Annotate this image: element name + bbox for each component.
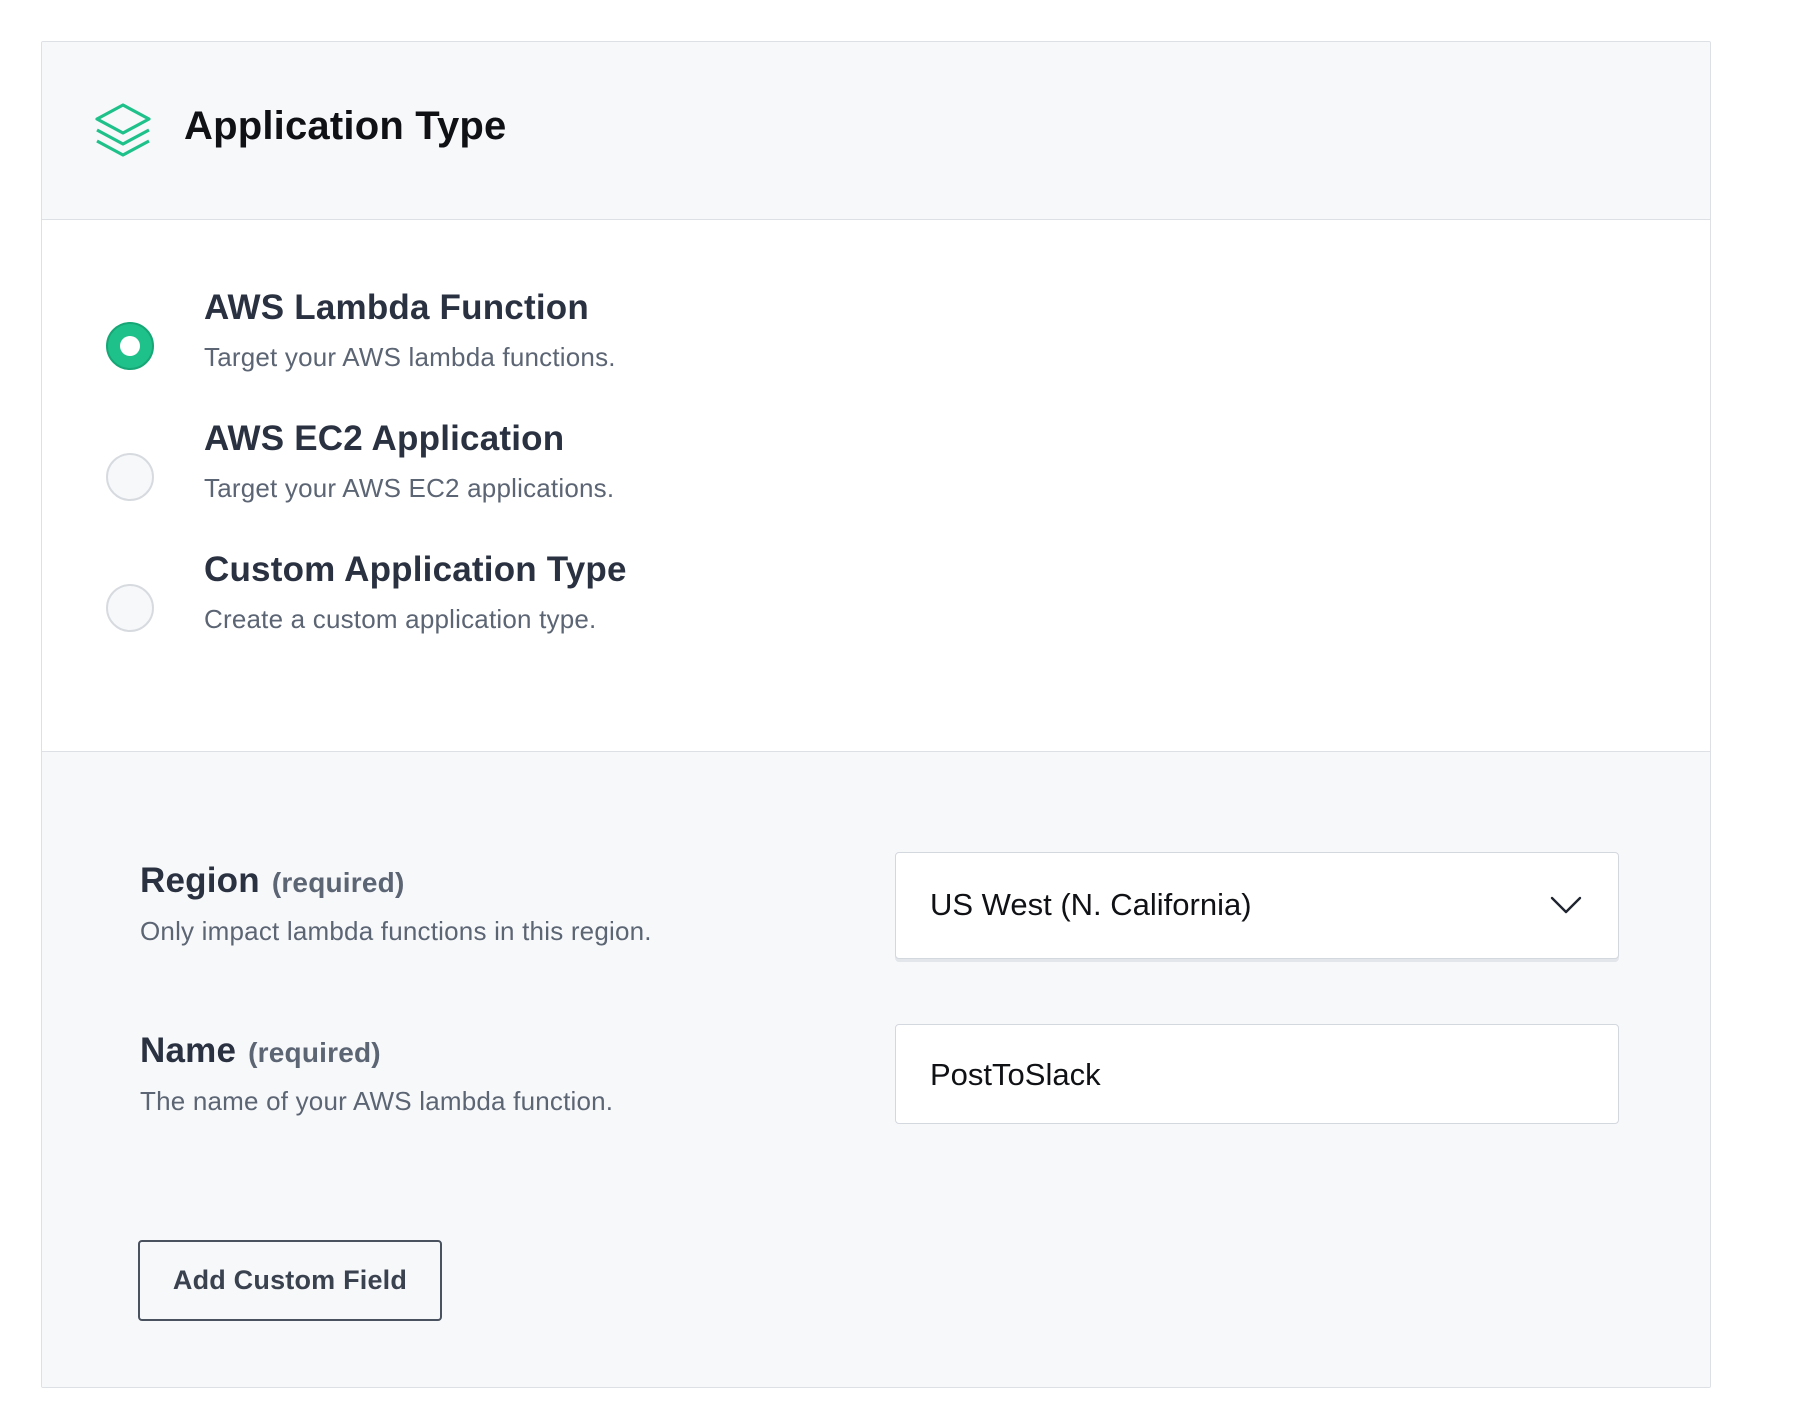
chevron-down-icon (1550, 896, 1582, 914)
option-description: Create a custom application type. (204, 604, 597, 634)
page-title: Application Type (184, 104, 507, 148)
region-label-text: Region (140, 861, 260, 900)
name-label-text: Name (140, 1031, 237, 1070)
fields-section: Region (required) Only impact lambda func… (42, 752, 1710, 1387)
option-title: AWS Lambda Function (204, 288, 589, 327)
option-description: Target your AWS lambda functions. (204, 342, 616, 372)
add-custom-field-button[interactable]: Add Custom Field (138, 1240, 442, 1321)
radio-custom-type[interactable] (106, 584, 154, 632)
region-label: Region (required) (140, 861, 405, 901)
region-description: Only impact lambda functions in this reg… (140, 916, 652, 946)
option-custom-type[interactable]: Custom Application Type Create a custom … (42, 538, 1710, 648)
option-aws-lambda[interactable]: AWS Lambda Function Target your AWS lamb… (42, 276, 1710, 386)
option-aws-ec2[interactable]: AWS EC2 Application Target your AWS EC2 … (42, 407, 1710, 517)
name-required-tag: (required) (248, 1037, 381, 1068)
option-description: Target your AWS EC2 applications. (204, 473, 615, 503)
application-type-panel: Application Type AWS Lambda Function Tar… (41, 41, 1711, 1388)
region-required-tag: (required) (271, 867, 405, 898)
region-select-value: US West (N. California) (930, 887, 1252, 922)
name-label: Name (required) (140, 1031, 381, 1071)
panel-header: Application Type (42, 42, 1710, 220)
option-title: AWS EC2 Application (204, 419, 565, 458)
application-type-options: AWS Lambda Function Target your AWS lamb… (42, 220, 1710, 752)
name-description: The name of your AWS lambda function. (140, 1086, 614, 1116)
layers-icon (95, 103, 151, 157)
name-input-value: PostToSlack (930, 1057, 1101, 1092)
radio-aws-ec2[interactable] (106, 453, 154, 501)
region-select[interactable]: US West (N. California) (895, 852, 1619, 959)
radio-aws-lambda[interactable] (106, 322, 154, 370)
option-title: Custom Application Type (204, 550, 627, 589)
name-input[interactable]: PostToSlack (895, 1024, 1619, 1124)
